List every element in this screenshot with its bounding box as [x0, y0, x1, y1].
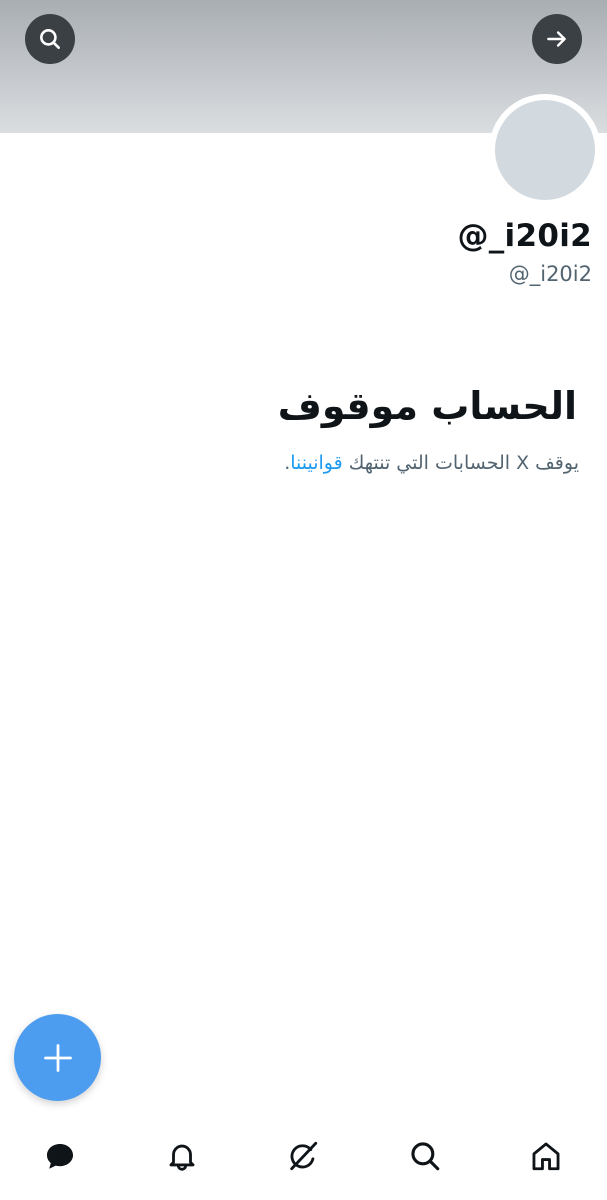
display-name: @_i20i2	[457, 218, 592, 254]
search-icon	[411, 1142, 440, 1171]
nav-grok[interactable]	[281, 1134, 325, 1178]
forward-button[interactable]	[532, 14, 582, 64]
plus-icon	[43, 1043, 72, 1072]
nav-home[interactable]	[524, 1134, 568, 1178]
avatar[interactable]	[495, 100, 595, 200]
search-icon	[40, 29, 60, 49]
grok-icon	[290, 1141, 318, 1171]
user-handle: @_i20i2	[508, 262, 592, 286]
suspension-description: يوقف X الحسابات التي تنتهك قوانيننا.	[284, 452, 579, 474]
bottom-navigation	[0, 1120, 607, 1200]
compose-button[interactable]	[14, 1014, 101, 1101]
nav-notifications[interactable]	[160, 1134, 204, 1178]
nav-search[interactable]	[403, 1134, 447, 1178]
suspension-title: الحساب موقوف	[277, 384, 577, 428]
suspension-description-text: يوقف X الحسابات التي تنتهك	[342, 452, 579, 474]
arrow-right-icon	[547, 31, 566, 47]
home-icon	[532, 1142, 560, 1171]
rules-link[interactable]: قوانيننا	[290, 452, 342, 474]
messages-icon	[46, 1143, 74, 1169]
notifications-icon	[169, 1144, 195, 1171]
search-button[interactable]	[25, 14, 75, 64]
avatar-frame	[489, 94, 601, 206]
nav-messages[interactable]	[38, 1134, 82, 1178]
